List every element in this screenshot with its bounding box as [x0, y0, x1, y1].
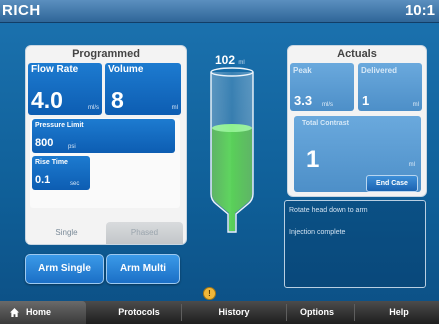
- tab-single[interactable]: Single: [28, 222, 105, 244]
- nav-home-label: Home: [26, 307, 52, 317]
- syringe-barrel: [210, 72, 254, 233]
- pressure-limit-label: Pressure Limit: [35, 122, 84, 129]
- app-title: RICH: [2, 2, 41, 19]
- total-contrast-tile: Total Contrast 1 ml End Case: [294, 116, 421, 192]
- actuals-title: Actuals: [337, 48, 377, 60]
- nav-home[interactable]: Home: [0, 301, 86, 324]
- volume-tile[interactable]: Volume 8 ml: [105, 63, 181, 115]
- end-case-button[interactable]: End Case: [366, 175, 418, 192]
- nav-help[interactable]: Help: [360, 301, 438, 324]
- flow-rate-label: Flow Rate: [31, 64, 79, 75]
- pressure-limit-tile[interactable]: Pressure Limit 800 psi: [32, 119, 175, 153]
- total-contrast-unit: ml: [408, 162, 415, 168]
- programmed-panel: Programmed Flow Rate 4.0 ml/s Volume 8 m…: [25, 45, 187, 245]
- nav-protocols[interactable]: Protocols: [98, 301, 180, 324]
- arm-multi-button[interactable]: Arm Multi: [106, 254, 180, 284]
- peak-unit: ml/s: [322, 102, 333, 108]
- actuals-panel: Actuals Peak 3.3 ml/s Delivered 1 ml Tot…: [287, 45, 427, 197]
- arm-single-button[interactable]: Arm Single: [25, 254, 104, 284]
- total-contrast-value: 1: [306, 146, 320, 173]
- syringe-volume-value: 102: [215, 53, 236, 67]
- message-box: Rotate head down to arm Injection comple…: [284, 200, 426, 288]
- peak-tile: Peak 3.3 ml/s: [290, 63, 354, 111]
- injector-screen: RICH 10:1 Programmed Flow Rate 4.0 ml/s …: [0, 0, 439, 324]
- message-line: Rotate head down to arm: [289, 207, 368, 214]
- title-bar: RICH 10:1: [0, 0, 439, 23]
- delivered-unit: ml: [412, 102, 419, 108]
- flow-rate-unit: ml/s: [88, 105, 99, 111]
- volume-label: Volume: [108, 64, 144, 75]
- syringe-volume-readout: 102 ml: [215, 53, 245, 67]
- flow-rate-value: 4.0: [31, 87, 63, 113]
- peak-value: 3.3: [294, 93, 313, 108]
- tab-phased[interactable]: Phased: [106, 222, 183, 244]
- delivered-tile: Delivered 1 ml: [358, 63, 422, 111]
- rise-time-unit: sec: [70, 181, 80, 187]
- warning-icon: !: [203, 287, 216, 300]
- nav-divider: [354, 304, 355, 321]
- programmed-title: Programmed: [72, 48, 140, 60]
- clock: 10:1: [404, 2, 435, 19]
- peak-label: Peak: [293, 66, 312, 75]
- pressure-limit-value: 800: [35, 137, 54, 149]
- delivered-value: 1: [362, 93, 370, 108]
- message-line: Injection complete: [289, 229, 346, 236]
- home-icon: [10, 308, 19, 317]
- nav-options[interactable]: Options: [286, 301, 348, 324]
- volume-value: 8: [111, 87, 124, 113]
- rise-time-label: Rise Time: [35, 159, 68, 166]
- rise-time-tile[interactable]: Rise Time 0.1 sec: [32, 156, 90, 190]
- delivered-label: Delivered: [361, 66, 398, 75]
- nav-history[interactable]: History: [182, 301, 286, 324]
- total-contrast-label: Total Contrast: [302, 120, 349, 127]
- bottom-nav: Home Protocols History Options Help: [0, 301, 439, 324]
- pressure-limit-unit: psi: [68, 144, 76, 150]
- syringe-graphic: [210, 67, 254, 233]
- volume-unit: ml: [171, 105, 178, 111]
- flow-rate-tile[interactable]: Flow Rate 4.0 ml/s: [28, 63, 102, 115]
- rise-time-value: 0.1: [35, 174, 51, 186]
